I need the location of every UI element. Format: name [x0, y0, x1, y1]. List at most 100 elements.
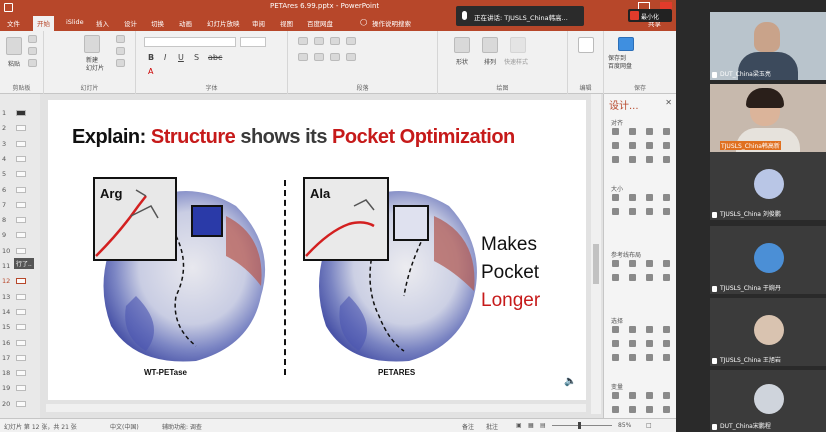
reset-icon[interactable] — [116, 47, 125, 55]
slide-thumbnail[interactable]: 8 — [2, 215, 38, 227]
tab-insert[interactable]: 插入 — [96, 18, 109, 28]
quick-styles-label[interactable]: 快速样式 — [504, 57, 528, 66]
design-tool-icon[interactable] — [663, 274, 670, 281]
vertical-scrollbar[interactable] — [591, 94, 601, 414]
tab-slideshow[interactable]: 幻灯片放映 — [207, 18, 240, 28]
design-tool-icon[interactable] — [612, 326, 619, 333]
design-tool-icon[interactable] — [646, 406, 653, 413]
section-icon[interactable] — [116, 59, 125, 67]
design-tool-icon[interactable] — [646, 194, 653, 201]
baidu-cloud-icon[interactable] — [618, 37, 634, 51]
slide-thumbnail[interactable]: 4 — [2, 154, 38, 166]
new-slide-label[interactable]: 新建 幻灯片 — [86, 57, 104, 73]
cut-icon[interactable] — [28, 35, 37, 43]
participant-tile[interactable]: TJUSLS_China 王旭岩 — [710, 298, 826, 366]
design-tool-icon[interactable] — [629, 406, 636, 413]
tab-design[interactable]: 设计 — [124, 18, 137, 28]
design-tool-icon[interactable] — [663, 406, 670, 413]
design-tool-icon[interactable] — [629, 326, 636, 333]
slide-thumbnail[interactable]: 6 — [2, 185, 38, 197]
design-tool-icon[interactable] — [629, 194, 636, 201]
format-painter-icon[interactable] — [28, 59, 37, 67]
find-icon[interactable] — [578, 37, 594, 53]
slide-thumbnail[interactable]: 14 — [2, 307, 38, 319]
slide-thumbnail[interactable]: 13 — [2, 292, 38, 304]
shapes-icon[interactable] — [454, 37, 470, 53]
align-right-icon[interactable] — [330, 53, 340, 61]
slide-thumbnail[interactable]: 3 — [2, 139, 38, 151]
fit-slide-icon[interactable]: □ — [646, 422, 652, 429]
design-tool-icon[interactable] — [663, 208, 670, 215]
arrange-label[interactable]: 排列 — [484, 57, 496, 66]
design-tool-icon[interactable] — [629, 208, 636, 215]
slide-thumbnail[interactable]: 16 — [2, 338, 38, 350]
design-tool-icon[interactable] — [612, 194, 619, 201]
strikethrough-icon[interactable]: abc — [208, 53, 222, 62]
slide-thumbnail[interactable]: 15 — [2, 322, 38, 334]
normal-view-icon[interactable]: ▣ — [516, 422, 522, 429]
slide-thumbnail[interactable]: 2 — [2, 123, 38, 135]
underline-icon[interactable]: U — [178, 53, 184, 62]
slide-thumbnail[interactable]: 17 — [2, 353, 38, 365]
align-left-icon[interactable] — [298, 53, 308, 61]
tab-review[interactable]: 审阅 — [252, 18, 265, 28]
tab-baidu[interactable]: 百度网盘 — [307, 18, 333, 28]
design-tool-icon[interactable] — [663, 194, 670, 201]
design-tool-icon[interactable] — [629, 156, 636, 163]
save-icon[interactable] — [4, 3, 13, 12]
tab-islide[interactable]: iSlide — [66, 18, 84, 26]
design-tool-icon[interactable] — [646, 260, 653, 267]
design-tool-icon[interactable] — [646, 128, 653, 135]
design-tool-icon[interactable] — [663, 392, 670, 399]
design-tool-icon[interactable] — [612, 142, 619, 149]
design-tool-icon[interactable] — [629, 340, 636, 347]
tab-file[interactable]: 文件 — [7, 18, 20, 28]
design-tool-icon[interactable] — [646, 354, 653, 361]
font-size-select[interactable] — [240, 37, 266, 47]
shadow-icon[interactable]: S — [194, 53, 199, 62]
zoom-slider[interactable] — [552, 425, 612, 426]
design-tool-icon[interactable] — [612, 392, 619, 399]
arrange-icon[interactable] — [482, 37, 498, 53]
design-tool-icon[interactable] — [629, 128, 636, 135]
bold-icon[interactable]: B — [148, 53, 154, 62]
horizontal-scrollbar[interactable] — [46, 404, 586, 412]
reading-view-icon[interactable]: ▤ — [540, 422, 546, 429]
quick-styles-icon[interactable] — [510, 37, 526, 53]
paste-icon[interactable] — [6, 37, 22, 55]
design-tool-icon[interactable] — [663, 142, 670, 149]
justify-icon[interactable] — [346, 53, 356, 61]
copy-icon[interactable] — [28, 47, 37, 55]
participant-tile[interactable]: TJUSLS_China韩高新 — [710, 84, 826, 152]
slide-thumbnail[interactable]: 7 — [2, 200, 38, 212]
design-tool-icon[interactable] — [663, 128, 670, 135]
design-tool-icon[interactable] — [612, 260, 619, 267]
tab-transitions[interactable]: 切换 — [151, 18, 164, 28]
design-tool-icon[interactable] — [663, 260, 670, 267]
design-tool-icon[interactable] — [663, 326, 670, 333]
design-tool-icon[interactable] — [663, 354, 670, 361]
font-color-icon[interactable]: A — [148, 67, 153, 76]
tab-view[interactable]: 视图 — [280, 18, 293, 28]
participant-tile[interactable]: TJUSLS_China 刘俊鹏 — [710, 152, 826, 220]
layout-icon[interactable] — [116, 35, 125, 43]
slide-thumbnail[interactable]: 1 — [2, 108, 38, 120]
design-tool-icon[interactable] — [646, 156, 653, 163]
font-name-select[interactable] — [144, 37, 236, 47]
save-to-baidu-label[interactable]: 保存到 百度网盘 — [608, 55, 632, 71]
design-tool-icon[interactable] — [612, 354, 619, 361]
zoom-level[interactable]: 85% — [618, 422, 631, 429]
slide-thumbnail[interactable]: 5 — [2, 169, 38, 181]
italic-icon[interactable]: I — [164, 53, 166, 62]
participant-tile[interactable]: DUT_China宋鹏程 — [710, 370, 826, 432]
design-tool-icon[interactable] — [612, 406, 619, 413]
shapes-label[interactable]: 形状 — [456, 57, 468, 66]
slide-thumbnail[interactable]: 20 — [2, 399, 38, 411]
design-tool-icon[interactable] — [646, 142, 653, 149]
design-tool-icon[interactable] — [629, 354, 636, 361]
participant-tile[interactable]: TJUSLS_China 于婉丹 — [710, 226, 826, 294]
design-tool-icon[interactable] — [646, 208, 653, 215]
design-tool-icon[interactable] — [646, 392, 653, 399]
design-tool-icon[interactable] — [629, 392, 636, 399]
design-tool-icon[interactable] — [612, 128, 619, 135]
